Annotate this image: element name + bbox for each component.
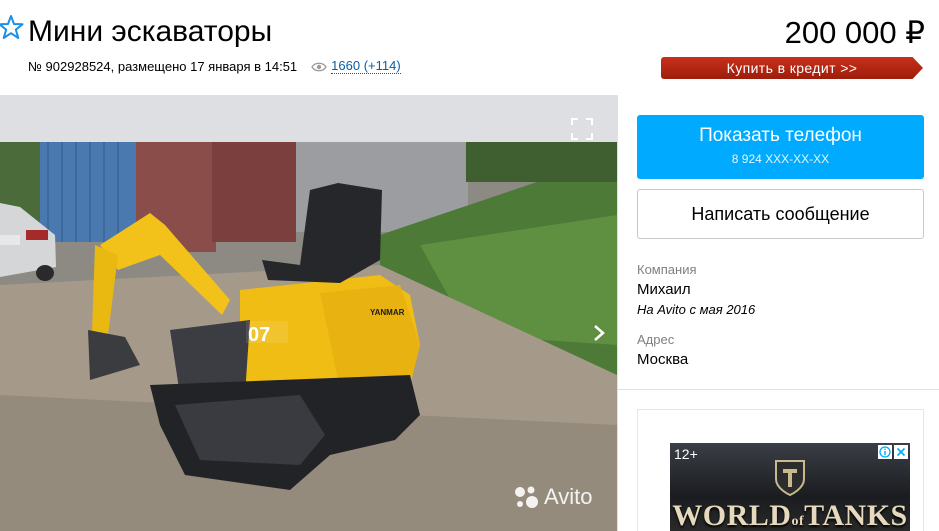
views-count-link[interactable]: 1660 (+114): [331, 59, 401, 74]
eye-icon: [311, 62, 327, 71]
masked-phone-number: 8 924 XXX-XX-XX: [731, 152, 830, 166]
ad-banner[interactable]: 12+ WORLDofTANKS: [670, 443, 910, 531]
listing-number-date: № 902928524, размещено 17 января в 14:51: [28, 59, 298, 74]
address-value: Москва: [637, 351, 689, 368]
sidebar-divider: [617, 389, 939, 390]
favorite-star-icon[interactable]: [0, 14, 24, 40]
machine-brand-text: YANMAR: [370, 308, 405, 317]
company-label: Компания: [637, 262, 697, 277]
listing-photo: 07 YANMAR: [0, 95, 617, 531]
listing-title: Мини эскаваторы: [28, 15, 273, 48]
chevron-right-icon[interactable]: [592, 323, 606, 343]
seller-name[interactable]: Михаил: [637, 281, 691, 298]
ad-logo-text: WORLDofTANKS: [670, 499, 910, 531]
watermark-text: Avito: [544, 484, 593, 509]
fullscreen-icon[interactable]: [570, 117, 594, 141]
ad-logo-word-2: of: [791, 514, 805, 529]
ad-info-icon[interactable]: [878, 445, 892, 459]
buy-on-credit-button[interactable]: Купить в кредит >>: [661, 57, 923, 79]
machine-model-badge: 07: [248, 324, 270, 346]
seller-since: На Avito с мая 2016: [637, 302, 756, 317]
show-phone-label: Показать телефон: [699, 125, 862, 146]
tank-logo-icon: [775, 460, 805, 497]
ad-container: 12+ WORLDofTANKS: [637, 409, 924, 531]
avito-logo-icon: [515, 486, 538, 508]
photo-gallery[interactable]: 07 YANMAR Avito: [0, 95, 617, 531]
ad-logo-word-3: TANKS: [804, 499, 908, 531]
ad-close-icon[interactable]: [894, 445, 908, 459]
age-rating: 12+: [674, 446, 698, 462]
column-divider: [617, 95, 618, 531]
write-message-button[interactable]: Написать сообщение: [637, 189, 924, 239]
avito-watermark: Avito: [512, 483, 593, 511]
show-phone-button[interactable]: Показать телефон 8 924 XXX-XX-XX: [637, 115, 924, 179]
ad-logo-word-1: WORLD: [672, 499, 792, 531]
price: 200 000 ₽: [784, 15, 925, 50]
address-label: Адрес: [637, 332, 675, 347]
listing-meta: № 902928524, размещено 17 января в 14:51…: [28, 59, 401, 74]
